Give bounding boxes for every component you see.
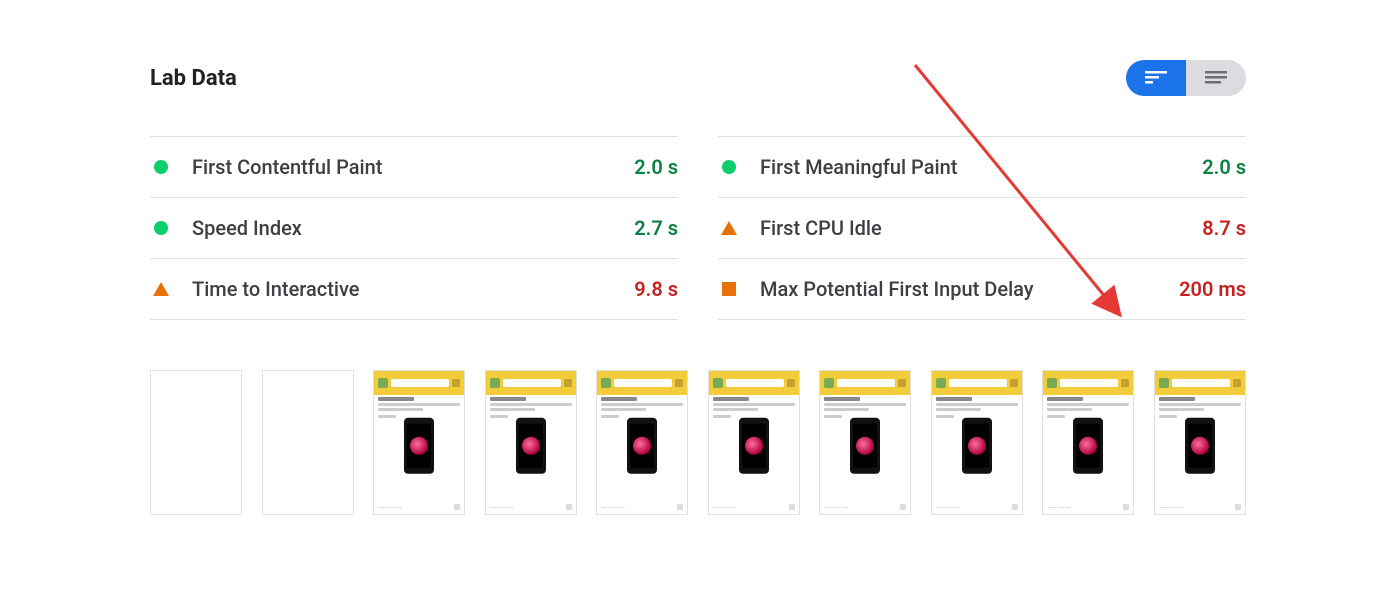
view-toggle [1126, 60, 1246, 96]
status-warn-icon [718, 221, 740, 235]
metric-row[interactable]: First CPU Idle8.7 s [718, 197, 1246, 258]
metric-value: 2.7 s [588, 216, 678, 240]
metric-value: 200 ms [1156, 277, 1246, 301]
filmstrip-frame [150, 370, 242, 515]
metric-row[interactable]: First Contentful Paint2.0 s [150, 136, 678, 197]
filmstrip-frame: ——— —— —— [931, 370, 1023, 515]
filmstrip-frame: ——— —— —— [485, 370, 577, 515]
metric-row[interactable]: First Meaningful Paint2.0 s [718, 136, 1246, 197]
metric-label: First CPU Idle [760, 216, 1156, 240]
metric-value: 2.0 s [1156, 155, 1246, 179]
metric-label: First Meaningful Paint [760, 155, 1156, 179]
section-title: Lab Data [150, 66, 237, 91]
filmstrip-frame [262, 370, 354, 515]
view-toggle-detailed[interactable] [1186, 60, 1246, 96]
metric-label: Speed Index [192, 216, 588, 240]
filmstrip-frame: ——— —— —— [1154, 370, 1246, 515]
metric-row[interactable]: Max Potential First Input Delay200 ms [718, 258, 1246, 320]
status-fail-icon [718, 282, 740, 296]
bars-equal-icon [1205, 71, 1227, 85]
lab-data-metrics: First Contentful Paint2.0 sSpeed Index2.… [150, 136, 1246, 320]
status-pass-icon [150, 160, 172, 174]
filmstrip-frame: ——— —— —— [708, 370, 800, 515]
metric-row[interactable]: Time to Interactive9.8 s [150, 258, 678, 320]
filmstrip-frame: ——— —— —— [819, 370, 911, 515]
metric-value: 8.7 s [1156, 216, 1246, 240]
metric-value: 2.0 s [588, 155, 678, 179]
view-toggle-compact[interactable] [1126, 60, 1186, 96]
filmstrip-frame: ——— —— —— [596, 370, 688, 515]
filmstrip: ——— —— ————— —— ————— —— ————— —— ————— … [150, 370, 1246, 515]
metric-label: Max Potential First Input Delay [760, 277, 1156, 301]
metric-label: Time to Interactive [192, 277, 588, 301]
status-warn-icon [150, 282, 172, 296]
metric-value: 9.8 s [588, 277, 678, 301]
metric-row[interactable]: Speed Index2.7 s [150, 197, 678, 258]
bars-short-icon [1145, 71, 1167, 85]
status-pass-icon [718, 160, 740, 174]
filmstrip-frame: ——— —— —— [1042, 370, 1134, 515]
metric-label: First Contentful Paint [192, 155, 588, 179]
filmstrip-frame: ——— —— —— [373, 370, 465, 515]
status-pass-icon [150, 221, 172, 235]
